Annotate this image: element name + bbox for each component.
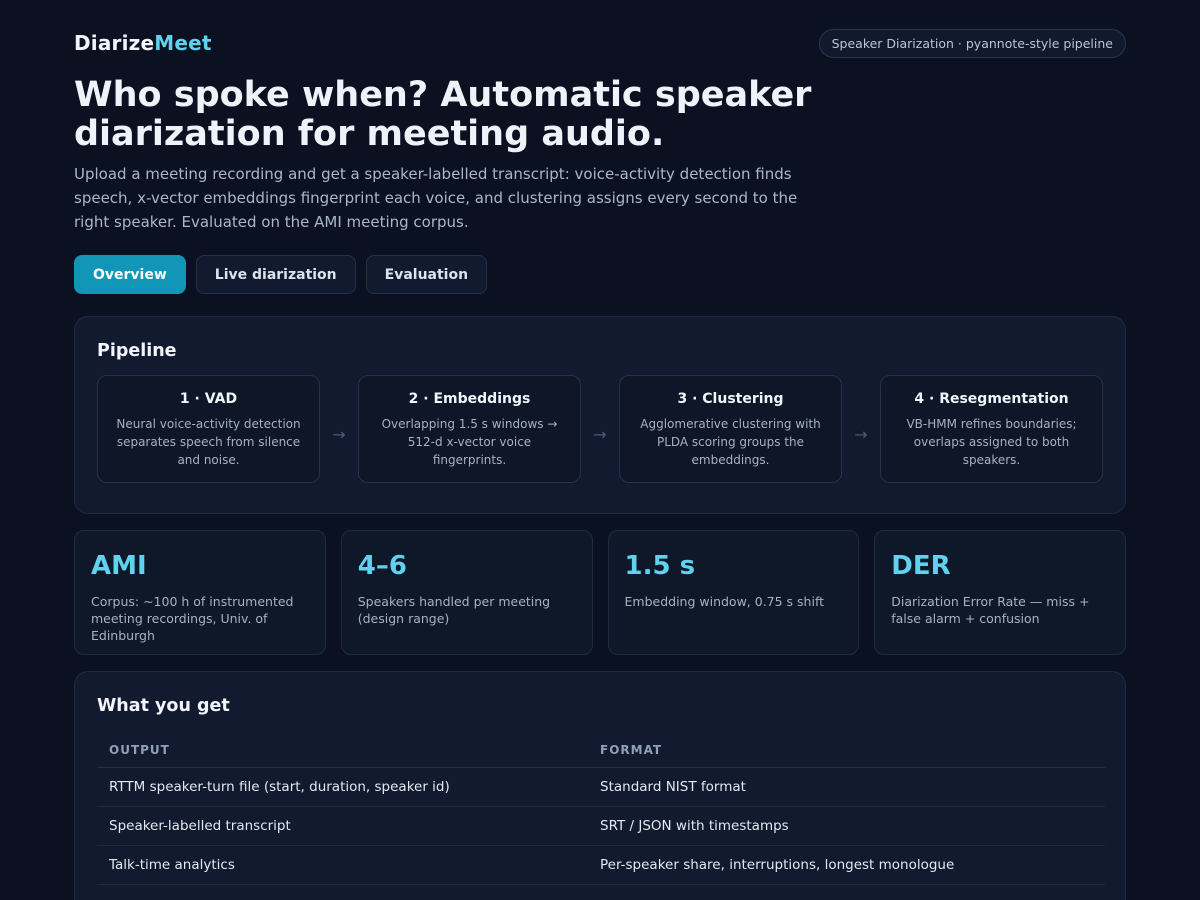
stat-value: AMI <box>91 551 147 581</box>
step-title: 2 · Embeddings <box>408 391 531 407</box>
stat-label: Diarization Error Rate — miss + false al… <box>891 594 1090 626</box>
table-cell: Talk-time analytics <box>109 857 235 873</box>
column-header-output: OUTPUT <box>109 742 170 757</box>
tab-evaluation[interactable]: Evaluation <box>365 255 488 294</box>
table-cell: Standard NIST format <box>600 779 746 795</box>
table-cell: Speaker-labelled transcript <box>109 818 291 834</box>
arrow-right-icon: → <box>332 424 346 444</box>
step-title: 1 · VAD <box>179 391 238 407</box>
output-title: What you get <box>97 696 230 716</box>
stat-value: 4–6 <box>357 551 407 581</box>
stat-label: Speakers handled per meeting (design ran… <box>357 594 551 626</box>
stat-value: 1.5 s <box>624 551 696 581</box>
output-panel: What you get OUTPUT FORMAT RTTM speaker-… <box>74 671 1126 900</box>
table-cell: RTTM speaker-turn file (start, duration,… <box>109 779 450 795</box>
pipeline-steps: 1 · VAD Neural voice-activity detection … <box>97 375 1103 483</box>
header: DiarizeMeet Speaker Diarization · pyanno… <box>74 28 1126 58</box>
output-table: OUTPUT FORMAT RTTM speaker-turn file (st… <box>97 732 1105 885</box>
step-title: 3 · Clustering <box>677 391 784 407</box>
pipeline-step-vad: 1 · VAD Neural voice-activity detection … <box>97 375 320 483</box>
pipeline-badge: Speaker Diarization · pyannote-style pip… <box>818 28 1126 58</box>
stat-card-der: DER Diarization Error Rate — miss + fals… <box>874 530 1126 655</box>
logo-text: Diarize <box>74 31 155 55</box>
stat-card-corpus: AMI Corpus: ~100 h of instrumented meeti… <box>74 530 326 655</box>
table-cell: SRT / JSON with timestamps <box>600 818 789 834</box>
table-row: Talk-time analytics Per-speaker share, i… <box>97 846 1105 885</box>
stat-value: DER <box>891 551 951 581</box>
page-title: Who spoke when? Automatic speaker diariz… <box>74 75 812 154</box>
stat-label: Embedding window, 0.75 s shift <box>624 594 825 609</box>
tab-bar: Overview Live diarization Evaluation <box>74 255 488 294</box>
stat-label: Corpus: ~100 h of instrumented meeting r… <box>91 594 294 643</box>
pipeline-step-clustering: 3 · Clustering Agglomerative clustering … <box>619 375 842 483</box>
stats-row: AMI Corpus: ~100 h of instrumented meeti… <box>74 530 1126 655</box>
step-description: VB-HMM refines boundaries; overlaps assi… <box>906 417 1077 467</box>
arrow-right-icon: → <box>593 424 607 444</box>
table-row: Speaker-labelled transcript SRT / JSON w… <box>97 807 1105 846</box>
stat-card-speakers: 4–6 Speakers handled per meeting (design… <box>340 530 593 655</box>
page-subtitle: Upload a meeting recording and get a spe… <box>74 165 798 231</box>
pipeline-step-embeddings: 2 · Embeddings Overlapping 1.5 s windows… <box>358 375 581 483</box>
page: DiarizeMeet Speaker Diarization · pyanno… <box>0 0 1200 900</box>
pipeline-title: Pipeline <box>97 341 177 361</box>
stat-card-window: 1.5 s Embedding window, 0.75 s shift <box>607 530 860 655</box>
table-cell: Per-speaker share, interruptions, longes… <box>600 857 955 873</box>
step-title: 4 · Resegmentation <box>914 391 1069 407</box>
step-description: Overlapping 1.5 s windows → 512-d x-vect… <box>381 417 558 467</box>
pipeline-step-resegmentation: 4 · Resegmentation VB-HMM refines bounda… <box>880 375 1103 483</box>
column-header-format: FORMAT <box>600 742 663 757</box>
app-logo[interactable]: DiarizeMeet <box>74 31 212 55</box>
tab-overview[interactable]: Overview <box>74 255 186 294</box>
table-header: OUTPUT FORMAT <box>97 732 1105 768</box>
arrow-right-icon: → <box>854 424 868 444</box>
pipeline-panel: Pipeline 1 · VAD Neural voice-activity d… <box>74 316 1126 514</box>
table-row: RTTM speaker-turn file (start, duration,… <box>97 768 1105 807</box>
step-description: Agglomerative clustering with PLDA scori… <box>640 417 821 467</box>
step-description: Neural voice-activity detection separate… <box>116 417 301 467</box>
logo-accent-text: Meet <box>154 31 212 55</box>
tab-live-diarization[interactable]: Live diarization <box>195 255 356 294</box>
